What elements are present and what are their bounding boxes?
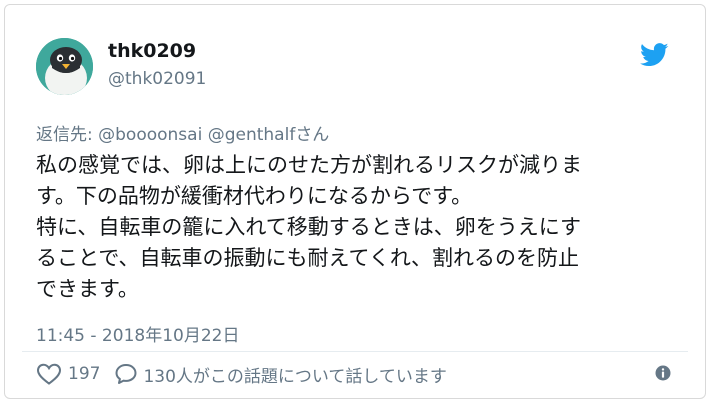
tweet-text-line: 私の感覚では、卵は上にのせた方が割れるリスクが減りま xyxy=(36,153,582,177)
action-bar: 197 130人がこの話題について話しています xyxy=(36,360,447,388)
speech-bubble-icon xyxy=(115,364,137,384)
info-icon[interactable] xyxy=(655,365,671,381)
mention-genthalf[interactable]: @genthalf xyxy=(208,125,296,145)
display-name[interactable]: thk0209 xyxy=(108,40,196,62)
like-count: 197 xyxy=(68,364,101,384)
reply-to-suffix: さん xyxy=(295,125,330,145)
penguin-avatar-icon xyxy=(36,38,93,95)
tweet-text-line: 特に、自転車の籠に入れて移動するときは、卵をうえにす xyxy=(36,215,581,239)
avatar[interactable] xyxy=(36,38,93,95)
tweet-text: 私の感覚では、卵は上にのせた方が割れるリスクが減りま す。下の品物が緩衝材代わり… xyxy=(36,150,686,305)
conversation-count-text: 130人がこの話題について話しています xyxy=(143,366,447,387)
mention-boooonsai[interactable]: @boooonsai xyxy=(98,125,202,145)
timestamp[interactable]: 11:45 - 2018年10月22日 xyxy=(36,321,239,346)
tweet-text-line: す。下の品物が緩衝材代わりになるからです。 xyxy=(36,184,473,208)
reply-to-line: 返信先: @boooonsai @genthalfさん xyxy=(36,120,329,145)
reply-to-prefix: 返信先: xyxy=(36,125,99,145)
divider xyxy=(22,351,688,352)
screen-name[interactable]: @thk02091 xyxy=(108,69,206,89)
twitter-bird-icon[interactable] xyxy=(640,43,669,67)
like-button[interactable]: 197 xyxy=(36,362,114,386)
tweet-text-line: ることで、自転車の振動にも耐えてくれ、割れるのを防止 xyxy=(36,246,580,270)
tweet-text-line: できます。 xyxy=(36,277,139,301)
heart-icon xyxy=(36,363,62,385)
tweet-card: thk0209 @thk02091 返信先: @boooonsai @genth… xyxy=(4,4,706,399)
reply-conversation-button[interactable]: 130人がこの話題について話しています xyxy=(114,362,447,387)
